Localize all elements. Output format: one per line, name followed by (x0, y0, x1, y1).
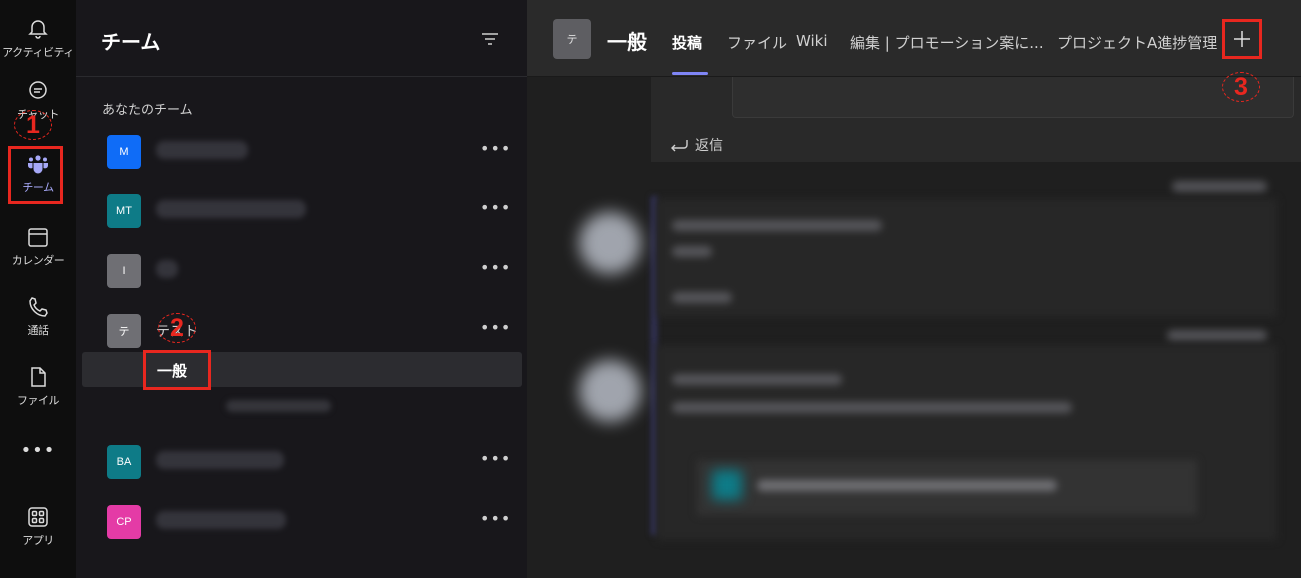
sender-avatar (579, 212, 641, 274)
reply-label: 返信 (695, 138, 723, 154)
tab-promotion-edit[interactable]: 編集 | プロモーション案に... (850, 32, 1044, 53)
team-name-blurred (156, 141, 248, 159)
link-preview-icon (712, 470, 742, 500)
channel-main: テ 一般 投稿 ファイル Wiki 編集 | プロモーション案に... プロジェ… (527, 0, 1301, 578)
team-avatar: CP (107, 505, 141, 539)
blurred-timestamp (1172, 181, 1267, 192)
plus-icon (1234, 31, 1250, 47)
channel-avatar: テ (553, 19, 591, 59)
tab-files[interactable]: ファイル (727, 32, 787, 53)
rail-files[interactable]: ファイル (0, 356, 76, 416)
team-row[interactable]: M ••• (76, 131, 527, 171)
rail-calls[interactable]: 通話 (0, 286, 76, 346)
reply-button[interactable]: 返信 (669, 135, 723, 155)
blurred-sender (672, 220, 882, 231)
team-name-blurred (156, 260, 178, 278)
team-row[interactable]: BA ••• (76, 441, 527, 481)
reply-arrow-icon (671, 140, 688, 152)
message-bubble (657, 199, 1277, 317)
tab-posts[interactable]: 投稿 (672, 32, 702, 53)
filter-icon[interactable] (479, 28, 501, 50)
annotation-step-3: 3 (1222, 72, 1260, 102)
team-more-button[interactable]: ••• (480, 509, 510, 529)
team-row[interactable]: I ••• (76, 250, 527, 290)
team-more-button[interactable]: ••• (480, 198, 510, 218)
rail-files-label: ファイル (17, 393, 60, 407)
tab-wiki[interactable]: Wiki (796, 32, 828, 50)
app-rail: アクティビティ チャット チーム カレンダー 通話 ファイル ••• アプリ (0, 0, 76, 578)
team-row-test[interactable]: テ テスト ••• (76, 310, 527, 350)
rail-activity-label: アクティビティ (2, 45, 74, 59)
team-avatar: テ (107, 314, 141, 348)
team-avatar: BA (107, 445, 141, 479)
rail-apps[interactable]: アプリ (0, 496, 76, 556)
team-avatar: MT (107, 194, 141, 228)
bell-icon (28, 19, 48, 39)
rail-calendar[interactable]: カレンダー (0, 216, 76, 276)
team-more-button[interactable]: ••• (480, 449, 510, 469)
teams-panel: チーム あなたのチーム M ••• MT ••• I ••• テ テスト •••… (76, 0, 527, 578)
chat-icon (29, 80, 47, 99)
rail-calendar-label: カレンダー (11, 253, 65, 267)
rail-apps-label: アプリ (22, 533, 54, 547)
team-row[interactable]: MT ••• (76, 190, 527, 230)
teams-header: チーム (76, 0, 527, 77)
team-more-button[interactable]: ••• (480, 258, 510, 278)
sender-avatar (579, 360, 641, 422)
team-more-button[interactable]: ••• (480, 139, 510, 159)
active-tab-indicator (672, 72, 708, 75)
section-your-teams: あなたのチーム (102, 103, 193, 118)
calendar-icon (28, 227, 48, 247)
team-more-button[interactable]: ••• (480, 318, 510, 338)
blurred-timestamp (1167, 330, 1267, 341)
team-name-blurred (156, 511, 286, 529)
blurred-text (672, 402, 1072, 413)
team-avatar: I (107, 254, 141, 288)
team-name-blurred (156, 451, 284, 469)
team-row[interactable]: CP ••• (76, 501, 527, 541)
message-attachment (732, 77, 1294, 118)
apps-icon (28, 506, 48, 527)
highlight-teams-rail (8, 146, 63, 204)
blurred-sender (672, 374, 842, 385)
annotation-step-2: 2 (158, 313, 196, 343)
blurred-text (672, 292, 732, 303)
channel-blurred (226, 400, 331, 412)
blurred-text (672, 246, 712, 257)
blurred-link-text (757, 480, 1057, 491)
rail-activity[interactable]: アクティビティ (0, 8, 76, 68)
file-icon (31, 366, 46, 387)
tab-project-a-progress[interactable]: プロジェクトA進捗管理 (1057, 32, 1217, 53)
channel-header: テ 一般 投稿 ファイル Wiki 編集 | プロモーション案に... プロジェ… (527, 0, 1301, 77)
add-tab-button[interactable] (1222, 19, 1262, 59)
highlight-general-channel (143, 350, 211, 390)
teams-title: チーム (101, 30, 161, 54)
channel-title: 一般 (607, 30, 647, 54)
team-name-blurred (156, 200, 306, 218)
annotation-step-1: 1 (14, 110, 52, 140)
team-avatar: M (107, 135, 141, 169)
rail-calls-label: 通話 (27, 323, 50, 337)
phone-icon (29, 296, 48, 317)
rail-more-button[interactable]: ••• (0, 440, 76, 470)
